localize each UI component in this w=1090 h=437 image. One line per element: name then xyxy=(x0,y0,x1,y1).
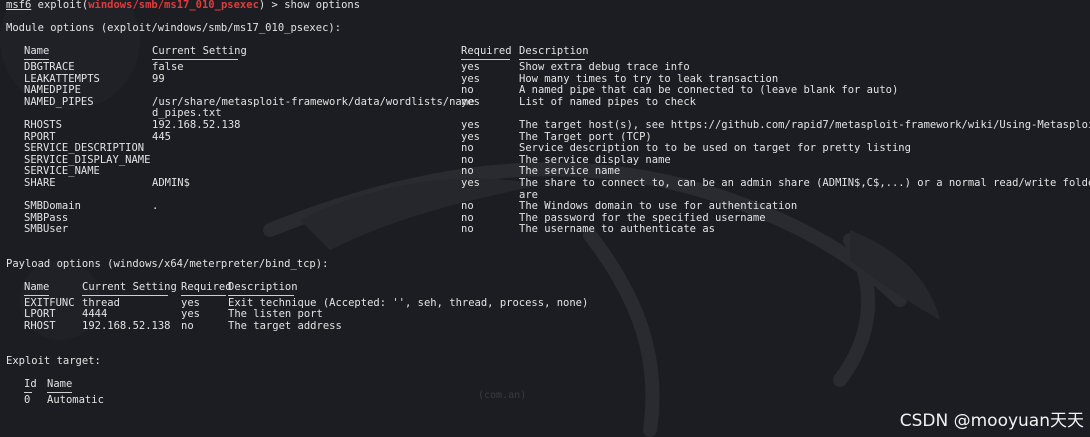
col-id-header: Id xyxy=(24,378,37,390)
payload-options-title: Payload options (windows/x64/meterpreter… xyxy=(6,258,329,271)
command-prompt: msf6 exploit(windows/smb/ms17_010_psexec… xyxy=(6,0,1086,12)
table-row: NAMEDPIPE no A named pipe that can be conn… xyxy=(24,84,899,97)
payload-options-rows: EXITFUNC thread yes Exit technique (Accepte… xyxy=(6,296,1086,333)
module-options-header-underline xyxy=(6,58,1086,62)
col-description-header: Description xyxy=(228,281,298,294)
table-row: SHARE ADMIN$ yes The share to connect to, c… xyxy=(24,176,1090,189)
prompt-prefix: msf6 xyxy=(6,0,32,11)
table-row: RHOSTS 192.168.52.138 yes The target host(s… xyxy=(24,118,1090,131)
exploit-target-title: Exploit target: xyxy=(6,354,101,367)
col-name-header: Name xyxy=(47,378,73,390)
col-required-header: Required xyxy=(461,45,512,58)
module-options-header: Name Current Setting Required Descriptio… xyxy=(6,46,1086,58)
col-setting-header: Current Setting xyxy=(82,281,177,294)
col-description-header: Description xyxy=(519,45,589,58)
table-row: DBGTRACE false yes Show extra debug trace i… xyxy=(24,60,690,73)
prompt-suffix: ) > xyxy=(258,0,285,11)
csdn-watermark: CSDN @mooyuan天天 xyxy=(899,411,1084,432)
col-setting-header: Current Setting xyxy=(152,45,247,58)
table-row: RHOST 192.168.52.138 no The target address xyxy=(24,320,342,333)
terminal-output: msf6 exploit(windows/smb/ms17_010_psexec… xyxy=(6,0,1090,406)
col-name-header: Name xyxy=(24,45,50,58)
table-row: EXITFUNC thread yes Exit technique (Accepte… xyxy=(24,296,589,309)
table-row: SMBDomain. no The Windows domain to use fo… xyxy=(24,200,798,213)
col-name-header: Name xyxy=(24,281,50,294)
table-row: SERVICE_DESCRIPTION no Service description… xyxy=(24,142,911,155)
table-row: 0 Automatic xyxy=(24,393,104,406)
col-required-header: Required xyxy=(181,281,232,294)
table-row: SMBUser no The username to authenticate as xyxy=(24,223,715,236)
prompt-exploit-word: exploit( xyxy=(31,0,89,11)
module-options-title: Module options (exploit/windows/smb/ms17… xyxy=(6,22,342,35)
prompt-command[interactable]: show options xyxy=(284,0,360,11)
prompt-module: windows/smb/ms17_010_psexec xyxy=(88,0,259,11)
module-options-rows: DBGTRACE false yes Show extra debug trace i… xyxy=(6,60,1090,236)
exploit-target-header: Id Name xyxy=(6,378,1086,391)
payload-options-header: Name Current Setting Required Descriptio… xyxy=(6,282,1086,294)
